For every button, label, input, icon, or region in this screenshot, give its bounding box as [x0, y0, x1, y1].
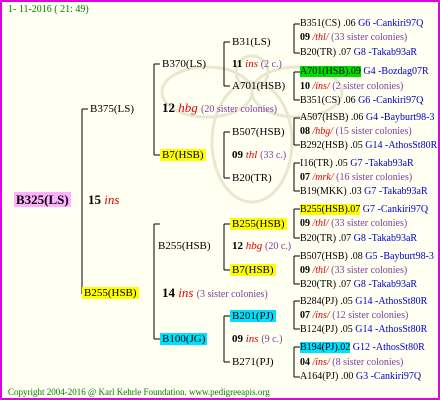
root-info: 15 ins — [88, 193, 119, 207]
gen5-row-20: 07 /ins/ (12 sister colonies) — [300, 310, 409, 321]
copyright-text: Copyright 2004-2016 @ Karl Kehrle Founda… — [8, 387, 270, 397]
gen5-row-8: 08 /hbg/ (15 sister colonies) — [300, 126, 412, 137]
gen5-row-2: 09 /thl/ (33 sister colonies) — [300, 32, 408, 43]
footer-link[interactable]: www.pedigreeapis.org — [189, 387, 270, 397]
dd-queen-id[interactable]: B100(JG) — [160, 333, 208, 345]
ssd-node[interactable]: A701(HSB) — [230, 79, 287, 93]
gen5-row-14: 09 /thl/ (33 sister colonies) — [300, 218, 408, 229]
dd-info: 09 ins (9 c.) — [232, 333, 283, 345]
dam-code: ins — [178, 285, 194, 300]
sd-queen-id[interactable]: B7(HSB) — [160, 149, 206, 161]
report-date: 1- 11-2016 ( 21: 49) — [8, 4, 89, 15]
sds-node[interactable]: B507(HSB) — [230, 125, 287, 139]
gen5-row-7[interactable]: A507(HSB) .06 G4 -Bayburt98-3 — [300, 111, 434, 125]
gen5-row-24[interactable]: A164(PJ) .00 G3 -Cankiri97Q — [300, 370, 421, 384]
gen5-row-13[interactable]: B255(HSB).07 G7 -Cankiri97Q — [300, 203, 428, 217]
gen5-row-18[interactable]: B20(TR) .07 G8 -Takab93aR — [300, 278, 417, 292]
sire-info: 12 hbg (20 sister colonies) — [162, 101, 277, 117]
sss-node[interactable]: B31(LS) — [230, 35, 273, 49]
root-node[interactable]: B325(LS) — [14, 192, 71, 207]
gen5-row-5: 10 /ins/ (2 sister colonies) — [300, 81, 404, 92]
root-code: ins — [104, 192, 120, 207]
gen5-row-16[interactable]: B507(HSB) .08 G5 -Bayburt98-3 — [300, 250, 434, 264]
gen5-row-12[interactable]: B19(MKK) .03 G7 -Takab93aR — [300, 185, 428, 199]
ss-info: 11 ins (2 c.) — [232, 58, 282, 70]
sd-node[interactable]: B7(HSB) — [160, 148, 206, 162]
dd-node[interactable]: B100(JG) — [160, 332, 208, 346]
dam-queen-id[interactable]: B255(HSB) — [82, 287, 139, 299]
sire-queen-id[interactable]: B375(LS) — [88, 103, 136, 115]
root-queen-id[interactable]: B325(LS) — [14, 192, 71, 207]
gen5-row-21[interactable]: B124(PJ) .05 G14 -AthosSt80R — [300, 323, 427, 337]
sire-sister-colonies: (20 sister colonies) — [201, 104, 278, 115]
gen5-row-15[interactable]: B20(TR) .07 G8 -Takab93aR — [300, 232, 417, 246]
gen5-row-1[interactable]: B351(CS) .06 G6 -Cankiri97Q — [300, 17, 423, 31]
dss-node[interactable]: B255(HSB) — [230, 217, 287, 231]
gen5-row-9[interactable]: B292(HSB) .05 G14 -AthosSt80R — [300, 139, 437, 153]
sd-info: 09 thl (33 c.) — [232, 149, 287, 161]
root-generation: 15 — [88, 192, 101, 207]
dam-info: 14 ins (3 sister colonies) — [162, 286, 268, 302]
pedigree-panel: 1- 11-2016 ( 21: 49) B325(LS) 15 ins B37… — [0, 0, 440, 400]
ds-info: 12 hbg (20 c.) — [232, 240, 292, 252]
gen5-row-4[interactable]: A701(HSB).09 G4 -Bozdag07R — [300, 65, 429, 79]
gen5-row-19[interactable]: B284(PJ) .05 G14 -AthosSt80R — [300, 295, 427, 309]
sire-code: hbg — [178, 100, 198, 115]
sire-generation: 12 — [162, 100, 175, 115]
gen5-row-17: 09 /thl/ (33 sister colonies) — [300, 265, 408, 276]
dds-node[interactable]: B201(PJ) — [230, 309, 276, 323]
gen5-row-22[interactable]: B194(PJ).02 G12 -AthosSt80R — [300, 341, 425, 355]
gen5-row-10[interactable]: I16(TR) .05 G7 -Takab93aR — [300, 157, 414, 171]
dam-node[interactable]: B255(HSB) — [82, 286, 139, 300]
ss-node[interactable]: B370(LS) — [160, 57, 208, 71]
dsd-node[interactable]: B7(HSB) — [230, 263, 276, 277]
gen5-row-3[interactable]: B20(TR) .07 G8 -Takab93aR — [300, 46, 417, 60]
sire-node[interactable]: B375(LS) — [88, 102, 136, 116]
ddd-node[interactable]: B271(PJ) — [230, 355, 276, 369]
dam-generation: 14 — [162, 285, 175, 300]
ss-queen-id[interactable]: B370(LS) — [160, 58, 208, 70]
gen5-row-23: 04 /ins/ (8 sister colonies) — [300, 357, 404, 368]
gen5-row-11: 07 /mrk/ (16 sister colonies) — [300, 172, 413, 183]
sdd-node[interactable]: B20(TR) — [230, 171, 274, 185]
ds-queen-id[interactable]: B255(HSB) — [156, 240, 213, 252]
dam-sister-colonies: (3 sister colonies) — [196, 289, 268, 300]
ds-node[interactable]: B255(HSB) — [156, 239, 213, 253]
gen5-row-6[interactable]: B351(CS) .06 G6 -Cankiri97Q — [300, 94, 423, 108]
